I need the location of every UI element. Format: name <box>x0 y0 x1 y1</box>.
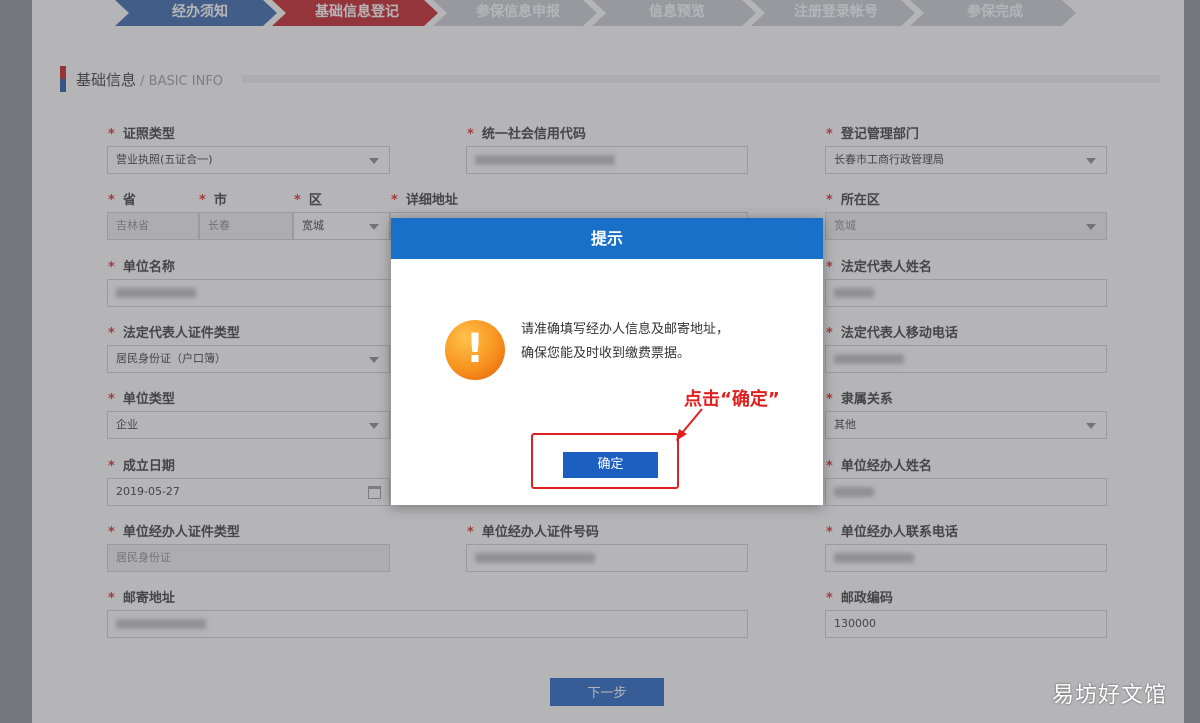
dialog-title: 提示 <box>391 218 823 259</box>
watermark: 易坊好文馆 <box>1052 683 1168 708</box>
annotation-callout: 点击“确定” <box>684 389 780 410</box>
annotation-highlight-box <box>531 433 679 489</box>
warning-icon: ! <box>445 320 505 380</box>
annotation-arrow <box>676 408 703 441</box>
dialog-message: 请准确填写经办人信息及邮寄地址，确保您能及时收到缴费票据。 <box>521 322 730 361</box>
